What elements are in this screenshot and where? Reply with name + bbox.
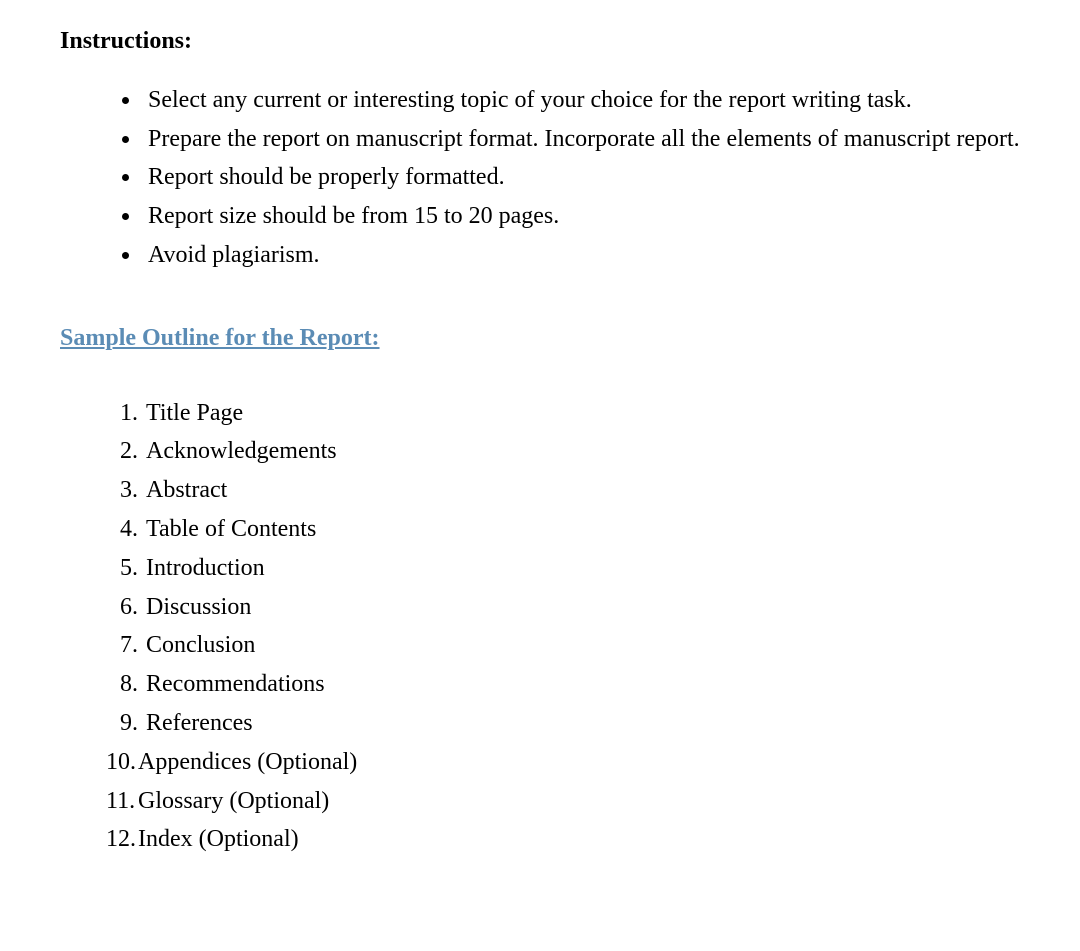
outline-item: 5.Introduction <box>100 551 1020 586</box>
outline-label: References <box>138 710 253 736</box>
outline-label: Table of Contents <box>138 516 316 542</box>
outline-number: 2. <box>100 434 138 469</box>
instruction-text: Report size should be from 15 to 20 page… <box>148 203 559 229</box>
outline-number: 8. <box>100 667 138 702</box>
outline-label: Appendices (Optional) <box>138 749 357 775</box>
instruction-text: Report should be properly formatted. <box>148 164 505 190</box>
instruction-text: Avoid plagiarism. <box>148 242 320 268</box>
list-item: Select any current or interesting topic … <box>142 83 1020 118</box>
outline-label: Index (Optional) <box>138 826 299 852</box>
outline-item: 6.Discussion <box>100 590 1020 625</box>
instruction-text: Prepare the report on manuscript format.… <box>148 126 1020 152</box>
outline-label: Discussion <box>138 594 251 620</box>
outline-number: 10. <box>100 745 138 780</box>
outline-number: 9. <box>100 706 138 741</box>
outline-item: 8.Recommendations <box>100 667 1020 702</box>
outline-number: 6. <box>100 590 138 625</box>
outline-item: 12.Index (Optional) <box>100 822 1020 857</box>
outline-label: Acknowledgements <box>138 438 337 464</box>
instructions-heading: Instructions: <box>60 24 1020 59</box>
outline-label: Glossary (Optional) <box>138 788 329 814</box>
list-item: Prepare the report on manuscript format.… <box>142 122 1020 157</box>
outline-item: 1.Title Page <box>100 396 1020 431</box>
outline-item: 9.References <box>100 706 1020 741</box>
outline-number: 12. <box>100 822 138 857</box>
outline-number: 11. <box>100 784 138 819</box>
outline-label: Recommendations <box>138 671 325 697</box>
list-item: Avoid plagiarism. <box>142 238 1020 273</box>
sample-outline-heading: Sample Outline for the Report: <box>60 321 1020 356</box>
outline-item: 4.Table of Contents <box>100 512 1020 547</box>
instruction-text: Select any current or interesting topic … <box>148 87 912 113</box>
outline-number: 7. <box>100 628 138 663</box>
outline-item: 2.Acknowledgements <box>100 434 1020 469</box>
outline-number: 3. <box>100 473 138 508</box>
outline-label: Title Page <box>138 400 243 426</box>
outline-number: 5. <box>100 551 138 586</box>
outline-item: 3.Abstract <box>100 473 1020 508</box>
outline-number: 4. <box>100 512 138 547</box>
outline-item: 10.Appendices (Optional) <box>100 745 1020 780</box>
outline-label: Abstract <box>138 477 227 503</box>
outline-label: Conclusion <box>138 632 255 658</box>
outline-item: 11.Glossary (Optional) <box>100 784 1020 819</box>
outline-number: 1. <box>100 396 138 431</box>
outline-label: Introduction <box>138 555 265 581</box>
list-item: Report should be properly formatted. <box>142 160 1020 195</box>
list-item: Report size should be from 15 to 20 page… <box>142 199 1020 234</box>
outline-list: 1.Title Page 2.Acknowledgements 3.Abstra… <box>100 396 1020 858</box>
outline-item: 7.Conclusion <box>100 628 1020 663</box>
instructions-list: Select any current or interesting topic … <box>142 83 1020 273</box>
